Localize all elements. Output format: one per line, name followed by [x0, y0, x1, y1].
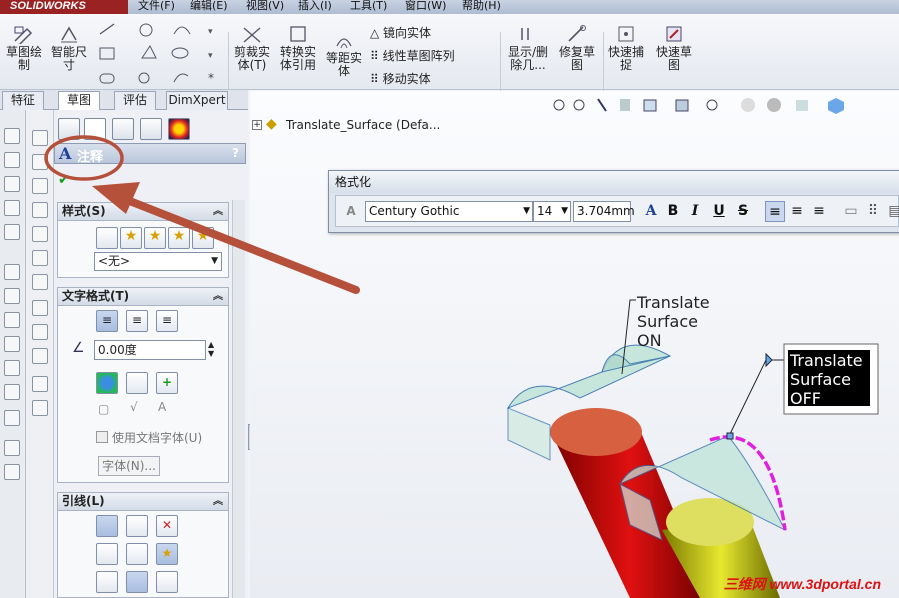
watermark: 三维网 www.3dportal.cn	[723, 576, 881, 592]
pointer-arrow-head	[92, 182, 140, 214]
tutorial-annotation	[44, 135, 360, 294]
pointer-arrow	[118, 194, 360, 294]
highlight-circle	[44, 135, 124, 181]
